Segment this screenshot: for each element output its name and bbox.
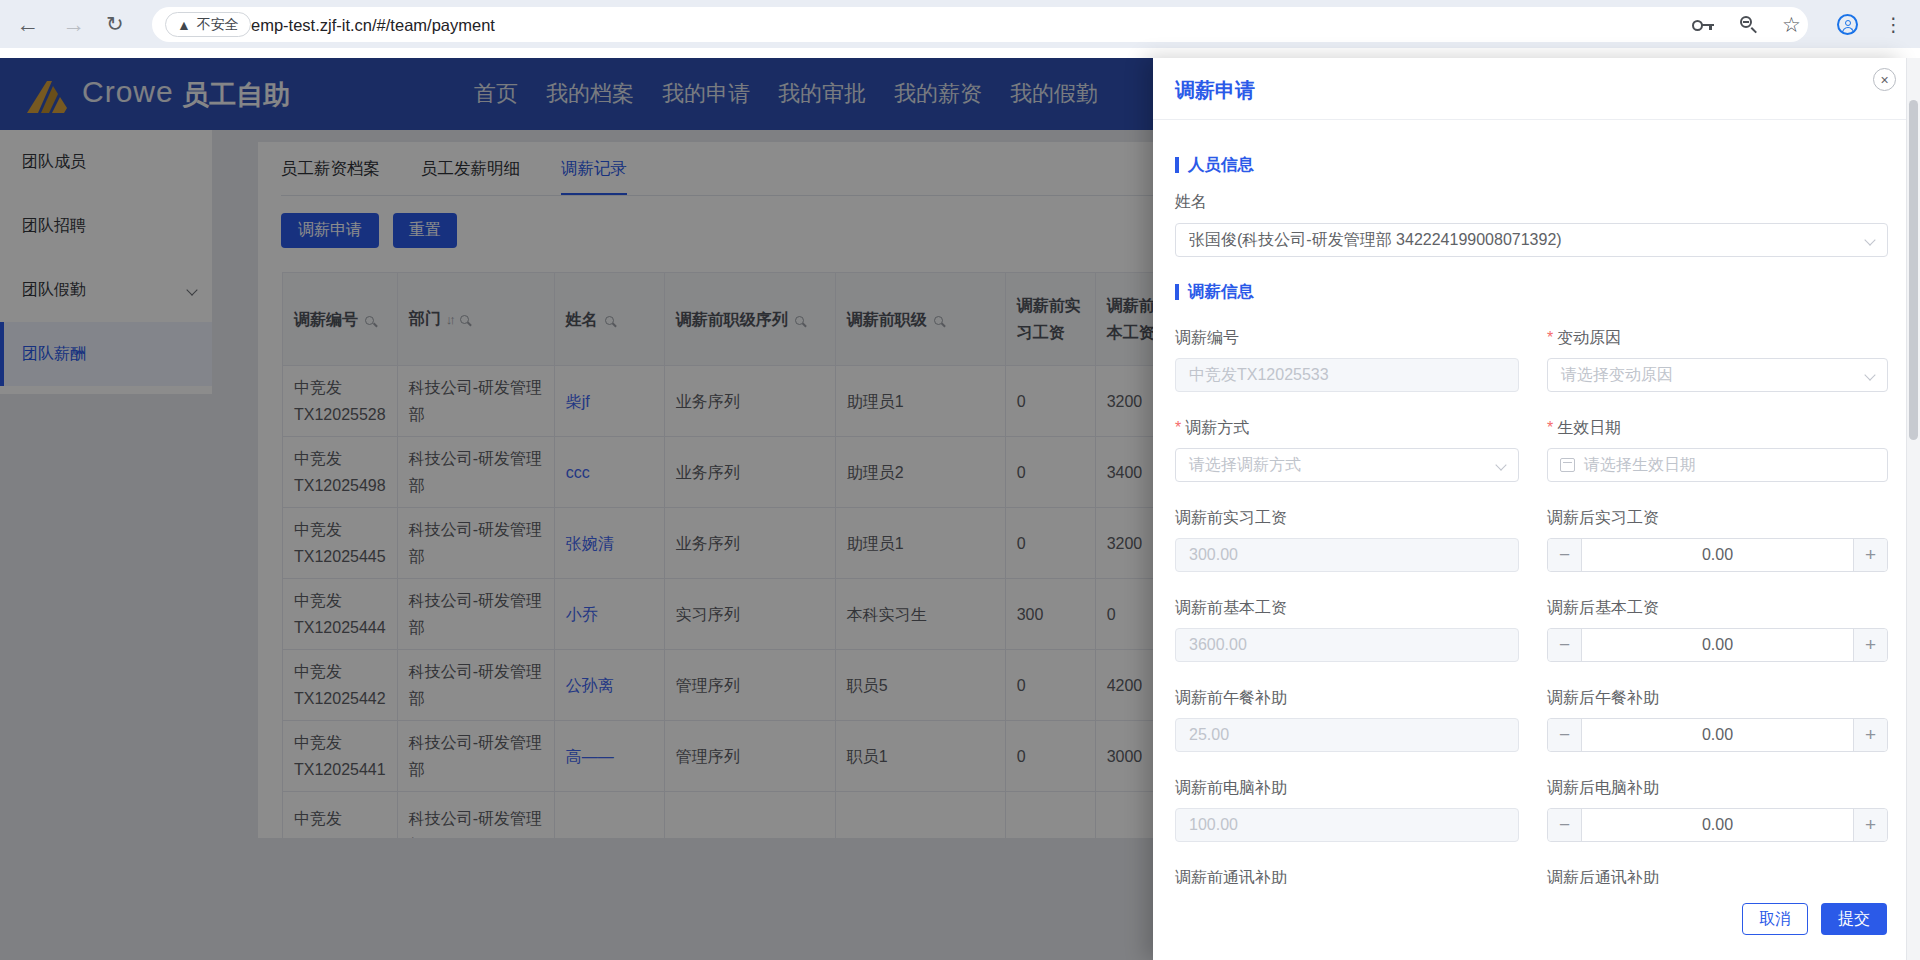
form-row: 调薪前通讯补助 调薪后通讯补助 — [1175, 868, 1888, 884]
disabled-input: 300.00 — [1175, 538, 1519, 572]
drawer-footer: 取消 提交 — [1153, 884, 1906, 960]
increase-button[interactable]: + — [1853, 719, 1887, 751]
scrollbar[interactable] — [1906, 58, 1920, 960]
select-placeholder: 请选择调薪方式 — [1189, 455, 1301, 476]
stepper-value[interactable]: 0.00 — [1582, 546, 1853, 564]
cancel-button[interactable]: 取消 — [1742, 903, 1808, 935]
field-label: 调薪后实习工资 — [1547, 508, 1659, 529]
field-label: 调薪前基本工资 — [1175, 598, 1287, 619]
field-label: *生效日期 — [1547, 418, 1621, 439]
salary-adjustment-drawer: 调薪申请 × 人员信息 姓名 张国俊(科技公司-研发管理部 3422241990… — [1153, 58, 1906, 960]
increase-button[interactable]: + — [1853, 809, 1887, 841]
field-label: *变动原因 — [1547, 328, 1621, 349]
drawer-body: 人员信息 姓名 张国俊(科技公司-研发管理部 34222419900807139… — [1153, 121, 1906, 884]
url-text[interactable]: emp-test.zjf-it.cn/#/team/payment — [251, 15, 495, 34]
form-row: *调薪方式请选择调薪方式 *生效日期请选择生效日期 — [1175, 418, 1888, 488]
warning-icon: ▲ — [177, 17, 191, 33]
decrease-button[interactable]: − — [1548, 539, 1582, 571]
field-label: *调薪方式 — [1175, 418, 1249, 439]
number-stepper[interactable]: −0.00+ — [1547, 718, 1888, 752]
input-value: 300.00 — [1189, 546, 1238, 564]
submit-button[interactable]: 提交 — [1821, 903, 1887, 935]
decrease-button[interactable]: − — [1548, 809, 1582, 841]
profile-icon[interactable] — [1837, 14, 1858, 35]
increase-button[interactable]: + — [1853, 629, 1887, 661]
disabled-input: 中竞发TX12025533 — [1175, 358, 1519, 392]
drawer-header: 调薪申请 × — [1153, 58, 1906, 120]
scrollbar-thumb[interactable] — [1909, 100, 1918, 440]
browser-toolbar: ← → ↻ ▲ 不安全 emp-test.zjf-it.cn/#/team/pa… — [0, 0, 1920, 48]
decrease-button[interactable]: − — [1548, 629, 1582, 661]
field-label: 调薪前实习工资 — [1175, 508, 1287, 529]
disabled-input: 3600.00 — [1175, 628, 1519, 662]
date-input[interactable]: 请选择生效日期 — [1547, 448, 1888, 482]
field-label: 调薪后午餐补助 — [1547, 688, 1659, 709]
browser-back-icon[interactable]: ← — [16, 11, 39, 38]
field-label: 调薪前通讯补助 — [1175, 868, 1287, 884]
calendar-icon — [1560, 458, 1575, 472]
number-stepper[interactable]: −0.00+ — [1547, 808, 1888, 842]
required-asterisk: * — [1547, 419, 1553, 436]
chevron-down-icon — [1864, 369, 1875, 380]
field-label: 调薪前午餐补助 — [1175, 688, 1287, 709]
close-icon[interactable]: × — [1873, 68, 1896, 91]
number-stepper[interactable]: −0.00+ — [1547, 538, 1888, 572]
chevron-down-icon — [1495, 459, 1506, 470]
field-label: 调薪后通讯补助 — [1547, 868, 1659, 884]
number-stepper[interactable]: −0.00+ — [1547, 628, 1888, 662]
form-row: 调薪前电脑补助 100.00 调薪后电脑补助 −0.00+ — [1175, 778, 1888, 848]
page: Crowe 员工自助 首页我的档案我的申请我的审批我的薪资我的假勤 团队成员团队… — [0, 58, 1920, 960]
input-value: 25.00 — [1189, 726, 1229, 744]
input-value: 中竞发TX12025533 — [1189, 365, 1329, 386]
increase-button[interactable]: + — [1853, 539, 1887, 571]
form-row: 调薪前午餐补助 25.00 调薪后午餐补助 −0.00+ — [1175, 688, 1888, 758]
section-adjust-info: 调薪信息 — [1175, 281, 1254, 303]
name-field-label: 姓名 — [1175, 192, 1207, 213]
field-label: 调薪前电脑补助 — [1175, 778, 1287, 799]
field-label: 调薪后电脑补助 — [1547, 778, 1659, 799]
zoom-out-icon[interactable] — [1740, 16, 1758, 34]
name-select[interactable]: 张国俊(科技公司-研发管理部 342224199008071392) — [1175, 223, 1888, 257]
select-input[interactable]: 请选择变动原因 — [1547, 358, 1888, 392]
security-badge-label: 不安全 — [197, 16, 239, 34]
password-key-icon[interactable] — [1692, 19, 1714, 31]
form-row: 调薪编号中竞发TX12025533 *变动原因请选择变动原因 — [1175, 328, 1888, 398]
browser-reload-icon[interactable]: ↻ — [106, 12, 124, 36]
browser-menu-icon[interactable]: ⋮ — [1884, 13, 1903, 36]
date-placeholder: 请选择生效日期 — [1584, 455, 1696, 476]
address-bar[interactable]: ▲ 不安全 emp-test.zjf-it.cn/#/team/payment … — [152, 7, 1808, 42]
select-input[interactable]: 请选择调薪方式 — [1175, 448, 1519, 482]
disabled-input: 25.00 — [1175, 718, 1519, 752]
form-row: 调薪前实习工资 300.00 调薪后实习工资 −0.00+ — [1175, 508, 1888, 578]
select-placeholder: 请选择变动原因 — [1561, 365, 1673, 386]
disabled-input: 100.00 — [1175, 808, 1519, 842]
drawer-title: 调薪申请 — [1175, 77, 1255, 104]
browser-forward-icon[interactable]: → — [62, 11, 85, 38]
required-asterisk: * — [1547, 329, 1553, 346]
required-asterisk: * — [1175, 419, 1181, 436]
stepper-value[interactable]: 0.00 — [1582, 726, 1853, 744]
decrease-button[interactable]: − — [1548, 719, 1582, 751]
security-badge[interactable]: ▲ 不安全 — [165, 12, 251, 37]
stepper-value[interactable]: 0.00 — [1582, 636, 1853, 654]
form-row: 调薪前基本工资 3600.00 调薪后基本工资 −0.00+ — [1175, 598, 1888, 668]
chrome-strip — [0, 48, 1920, 58]
bookmark-star-icon[interactable]: ☆ — [1782, 13, 1801, 37]
field-label: 调薪后基本工资 — [1547, 598, 1659, 619]
stepper-value[interactable]: 0.00 — [1582, 816, 1853, 834]
field-label: 调薪编号 — [1175, 328, 1239, 349]
name-select-value: 张国俊(科技公司-研发管理部 342224199008071392) — [1189, 230, 1562, 251]
input-value: 100.00 — [1189, 816, 1238, 834]
input-value: 3600.00 — [1189, 636, 1247, 654]
chevron-down-icon — [1864, 234, 1875, 245]
section-person-info: 人员信息 — [1175, 154, 1254, 176]
